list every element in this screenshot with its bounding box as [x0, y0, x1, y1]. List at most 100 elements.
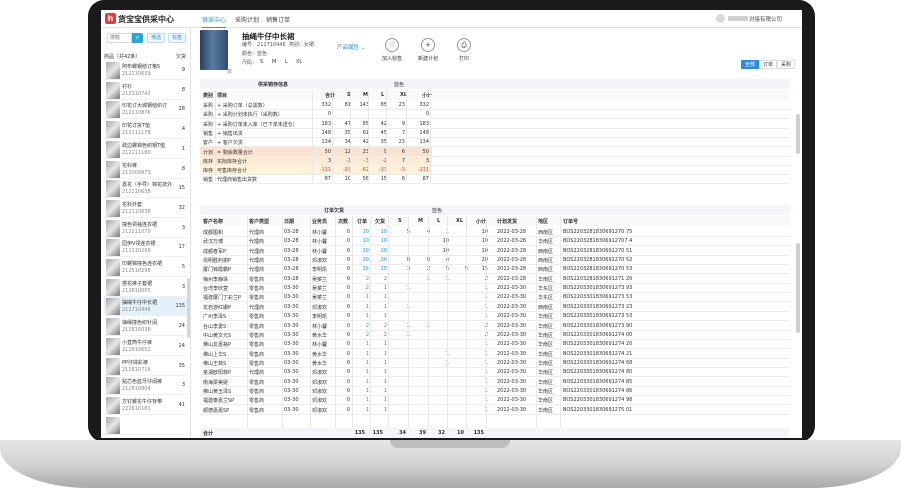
order-times: 0: [346, 238, 350, 245]
size-chip-s[interactable]: S: [260, 59, 263, 65]
tab-supply-center[interactable]: 供采中心: [202, 15, 227, 28]
list-item[interactable]: 印花订大城钢结织订 212110876 28: [104, 100, 188, 120]
tab-purchase-plan[interactable]: 采购计划: [235, 15, 259, 24]
orders-col-divider: [388, 216, 389, 438]
list-item[interactable]: 阿布螺钢结订格5 212110639 9: [104, 61, 188, 80]
list-item[interactable]: 撞色领袖连衣裙 212111079 3: [104, 219, 188, 238]
list-item[interactable]: 贴芯色蓝牙仔阔裤 212810804 3: [104, 376, 188, 396]
order-number[interactable]: BOS2203301830691273 90: [563, 323, 632, 329]
order-type: 代理商: [249, 239, 265, 246]
order-date: 03-28: [284, 247, 299, 254]
order-ship-date: 2022-03-30: [497, 406, 527, 413]
order-number[interactable]: BOS2203301830691274 85: [563, 379, 632, 385]
list-item[interactable]: 印螺锦撞色连衣裙 212510298 5: [104, 258, 188, 277]
tab-sales-orders[interactable]: 销售订单: [266, 15, 290, 24]
list-item[interactable]: 疏边螺锦色织钢T恤 212111180 1: [104, 140, 188, 159]
search-button[interactable]: ⌕: [132, 33, 143, 43]
order-number[interactable]: BOS2203281830691270 75: [563, 229, 632, 235]
list-item[interactable]: 花科外套 212110638 32: [104, 199, 188, 218]
search-input[interactable]: [107, 33, 132, 43]
inventory-cell-value: 9: [373, 149, 387, 155]
list-item-code: 212710446: [122, 307, 151, 314]
orders-row-divider: [200, 413, 790, 415]
order-number[interactable]: BOS2203301830691273 23: [563, 304, 632, 310]
user-company-name[interactable]: 对接有限公司: [749, 15, 782, 23]
filter-button[interactable]: 筛选: [147, 33, 165, 43]
order-number[interactable]: BOS2203301830691274 86: [563, 388, 632, 394]
filter-orders-button[interactable]: 订单: [759, 60, 777, 69]
inventory-scrollbar[interactable]: [796, 114, 800, 154]
inventory-cell-value: 183: [321, 120, 331, 127]
list-item[interactable]: 园伊V领连衣裙 212110298 17: [104, 238, 188, 258]
product-thumbnail: [106, 219, 120, 237]
tag-button[interactable]: 标签: [168, 33, 186, 43]
order-number[interactable]: BOS2203301830691274 98: [563, 397, 632, 403]
size-chip-l[interactable]: L: [285, 59, 288, 65]
filter-purchase-button[interactable]: 采购: [777, 60, 795, 69]
orders-row-divider: [200, 310, 790, 312]
orders-row-divider: [200, 348, 790, 350]
order-number[interactable]: BOS2203281830691270 52: [563, 257, 632, 263]
product-attributes-link[interactable]: 产品属性 ⌄: [337, 43, 365, 51]
orders-row-divider: [200, 282, 790, 284]
inventory-cell-value: -33: [342, 167, 351, 174]
order-customer: 成都图和: [203, 230, 224, 236]
size-chip-m[interactable]: M: [272, 59, 276, 65]
order-number[interactable]: BOS2203301830691274 20: [563, 341, 632, 347]
order-salesperson: 林小馨: [312, 342, 328, 349]
order-number[interactable]: BOS2203301830691274 80: [563, 369, 632, 375]
list-item-count: 32: [178, 204, 185, 211]
inventory-cell-item: + 采购订单（总需数）: [217, 103, 268, 109]
list-item[interactable]: 嘉花（手导）锦花技外 212110638 15: [104, 179, 188, 199]
product-thumbnail: [106, 101, 120, 119]
order-number[interactable]: BOS2203301830691274 68: [563, 360, 632, 366]
order-date: 03-30: [284, 359, 299, 366]
inventory-cell-category: 销售: [203, 130, 214, 137]
product-thumbnail: [106, 278, 120, 296]
size-chip-xl[interactable]: XL: [296, 59, 302, 65]
list-item[interactable]: 抽绳撞色织针阔 212810036 24: [104, 317, 188, 337]
inventory-cell-value: 34: [344, 139, 351, 146]
filter-all-button[interactable]: 全部: [741, 60, 759, 69]
orders-col-header: M: [418, 218, 423, 224]
list-item[interactable]: 搭花裤子套裙 212610005 3: [104, 278, 188, 297]
inventory-cell-value: 6: [401, 176, 405, 183]
add-tag-action[interactable]: ♡ 加入标签: [377, 38, 407, 62]
order-type: 零售商: [249, 286, 265, 293]
inventory-col-divider: [312, 90, 313, 182]
order-number[interactable]: BOS22032818306912707 4: [563, 238, 632, 244]
list-item[interactable]: 衬衫 212110742 8: [104, 81, 188, 100]
inventory-cell-value: 0: [425, 111, 429, 118]
list-item[interactable]: 花科裤 212009973 8: [104, 160, 188, 179]
orders-scrollbar[interactable]: [796, 243, 800, 333]
order-number[interactable]: BOS2203301830691275 01: [563, 407, 632, 413]
order-date: 03-30: [284, 350, 299, 357]
list-item[interactable]: 方钉螺花牛仔背带 222610181 41: [104, 396, 188, 415]
list-item[interactable]: [104, 416, 188, 435]
order-number[interactable]: BOS2203281830691270 53: [563, 266, 632, 272]
order-qty: 1: [365, 369, 369, 376]
list-item[interactable]: 小直筒牛仔裤 212810652 24: [104, 337, 188, 356]
order-salesperson: 邓淑欢: [312, 398, 328, 405]
product-thumbnail: [106, 62, 120, 79]
orders-row-divider: [200, 404, 790, 406]
order-customer: 中山黄文元S: [203, 332, 232, 339]
order-number[interactable]: BOS2203281830691271 20: [563, 276, 632, 282]
list-item[interactable]: PP仔揉彩裤 212810718 35: [104, 357, 188, 376]
main-panel: 款 抽绳牛仔中长裙 编号：212710446 类别：女裙 颜色：蓝色 尺码： S…: [192, 28, 802, 438]
inventory-cell-category: 采购: [203, 103, 214, 109]
order-number[interactable]: BOS2203301830691274 21: [563, 351, 632, 357]
order-number[interactable]: BOS2203301830691273 93: [563, 285, 632, 291]
order-ship-date: 2022-03-30: [497, 397, 527, 404]
list-item[interactable]: 印花订拆T恤 212111178 4: [104, 120, 188, 140]
sidebar-scrollbar[interactable]: [187, 278, 190, 338]
list-item[interactable]: 抽绳牛仔中长裙 212710446 135: [104, 297, 188, 317]
order-number[interactable]: BOS2203301830691274 00: [563, 332, 632, 338]
order-number[interactable]: BOS2203281830691270 51: [563, 248, 632, 254]
new-plan-action[interactable]: + 新建计划: [413, 38, 443, 62]
print-action[interactable]: ⎙ 打印: [449, 38, 479, 62]
order-number[interactable]: BOS2203301830691273 53: [563, 313, 632, 319]
user-avatar[interactable]: [716, 14, 725, 23]
order-number[interactable]: BOS2203301830691273 53: [563, 294, 632, 300]
order-type: 零售商: [249, 295, 265, 302]
